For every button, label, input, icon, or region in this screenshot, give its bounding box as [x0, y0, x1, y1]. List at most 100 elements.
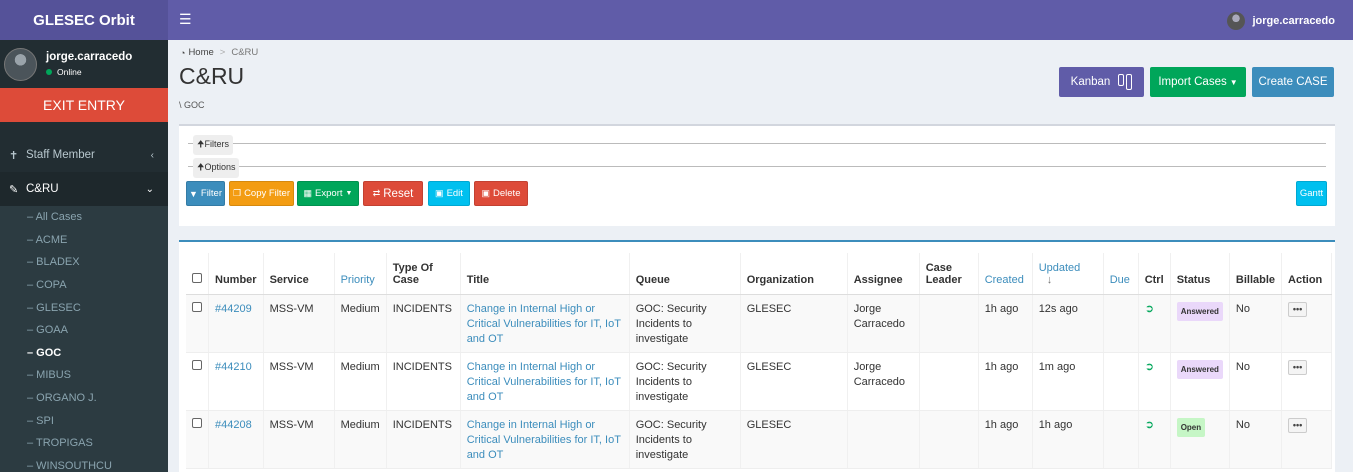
hamburger-icon[interactable]: ☰ — [179, 11, 192, 28]
col-created[interactable]: Created — [978, 253, 1033, 295]
sidebar-item-staff-member[interactable]: ✝ Staff Member ‹ — [0, 138, 168, 172]
app-logo[interactable]: GLESEC Orbit — [0, 0, 168, 40]
top-user-name: jorge.carracedo — [1252, 15, 1335, 27]
sidebar-item-label: Staff Member — [26, 149, 95, 161]
cell-assignee: Jorge Carracedo — [847, 352, 920, 411]
col-ctrl[interactable]: Ctrl — [1138, 253, 1171, 295]
funnel-icon: ▼ — [188, 188, 198, 199]
user-name: jorge.carracedo — [46, 51, 133, 63]
select-all-checkbox[interactable] — [192, 272, 202, 283]
cell-created: 1h ago — [978, 352, 1033, 411]
breadcrumb-current: C&RU — [231, 47, 259, 58]
cell-updated: 1m ago — [1032, 352, 1104, 411]
case-title-link[interactable]: Change in Internal High or Critical Vuln… — [467, 419, 621, 461]
col-billable[interactable]: Billable — [1229, 253, 1283, 295]
cell-updated: 1h ago — [1032, 410, 1104, 469]
status-badge: Answered — [1176, 301, 1223, 321]
ellipsis-icon[interactable]: ••• — [1288, 301, 1308, 317]
sidebar-subitem[interactable]: – ORGANO J. — [0, 387, 168, 410]
filter-button[interactable]: ▼ Filter — [186, 181, 225, 206]
pin-icon: ✝ — [9, 149, 19, 162]
filter-panel: 🠉Filters 🠉Options ▼ Filter ❐ Copy Filter ▦… — [179, 124, 1335, 226]
col-assignee[interactable]: Assignee — [847, 253, 920, 295]
reset-button[interactable]: ⇄ Reset — [363, 181, 423, 206]
col-type-of-case[interactable]: Type Of Case — [386, 253, 461, 295]
online-dot-icon — [46, 69, 52, 75]
table-row: #44210 MSS-VM Medium INCIDENTS Change in… — [186, 352, 1333, 411]
edit-icon: ✎ — [9, 183, 19, 196]
sidebar-subitem[interactable]: – All Cases — [0, 206, 168, 229]
cell-queue: GOC: Security Incidents to investigate — [629, 410, 741, 469]
caret-down-icon: ▼ — [1229, 77, 1238, 87]
col-status[interactable]: Status — [1170, 253, 1230, 295]
sidebar-subitem-current[interactable]: – GOC — [0, 342, 168, 365]
case-number-link[interactable]: #44208 — [215, 419, 252, 431]
status-badge: Open — [1176, 417, 1206, 437]
col-organization[interactable]: Organization — [740, 253, 848, 295]
ellipsis-icon[interactable]: ••• — [1288, 417, 1308, 433]
sidebar-subitem[interactable]: – TROPIGAS — [0, 432, 168, 455]
sidebar-item-cru[interactable]: ✎ C&RU ⌄ — [0, 172, 168, 206]
create-case-button[interactable]: Create CASE — [1252, 67, 1334, 97]
cell-type: INCIDENTS — [386, 352, 461, 411]
import-cases-button[interactable]: Import Cases ▼ — [1150, 67, 1246, 97]
filters-toggle[interactable]: 🠉Filters — [193, 135, 233, 155]
case-title-link[interactable]: Change in Internal High or Critical Vuln… — [467, 303, 621, 345]
col-title[interactable]: Title — [460, 253, 630, 295]
sign-in-icon[interactable]: ➲ — [1145, 303, 1154, 315]
exit-entry-button[interactable]: EXIT ENTRY — [0, 88, 168, 122]
sidebar-subitem[interactable]: – BLADEX — [0, 251, 168, 274]
sidebar: GLESEC Orbit jorge.carracedo Online EXIT… — [0, 0, 168, 472]
case-title-link[interactable]: Change in Internal High or Critical Vuln… — [467, 361, 621, 403]
col-action: Action — [1281, 253, 1333, 295]
row-checkbox[interactable] — [192, 417, 202, 428]
top-navbar: ☰ jorge.carracedo — [168, 0, 1353, 40]
case-number-link[interactable]: #44210 — [215, 361, 252, 373]
sidebar-subitem[interactable]: – GOAA — [0, 319, 168, 342]
gantt-button[interactable]: Gantt — [1296, 181, 1327, 206]
user-status-label: Online — [57, 67, 82, 77]
cell-priority: Medium — [334, 352, 387, 411]
col-case-leader[interactable]: Case Leader — [919, 253, 979, 295]
page-title: C&RU — [179, 63, 245, 89]
ellipsis-icon[interactable]: ••• — [1288, 359, 1308, 375]
row-checkbox[interactable] — [192, 301, 202, 312]
page-subtitle: \ GOC — [179, 100, 205, 110]
sidebar-subitem[interactable]: – ACME — [0, 229, 168, 252]
sidebar-subitem[interactable]: – COPA — [0, 274, 168, 297]
col-queue[interactable]: Queue — [629, 253, 741, 295]
cell-case-leader — [919, 410, 979, 469]
sidebar-subitem[interactable]: – MIBUS — [0, 364, 168, 387]
user-menu[interactable]: jorge.carracedo — [1227, 12, 1335, 30]
cell-case-leader — [919, 294, 979, 353]
col-number[interactable]: Number — [208, 253, 264, 295]
export-button[interactable]: ▦ Export ▼ — [297, 181, 359, 206]
sidebar-subitem[interactable]: – GLESEC — [0, 296, 168, 319]
cell-type: INCIDENTS — [386, 294, 461, 353]
edit-button[interactable]: ▣ Edit — [428, 181, 470, 206]
options-toggle[interactable]: 🠉Options — [193, 158, 240, 178]
chevron-down-icon: ⌄ — [145, 183, 154, 195]
col-due[interactable]: Due — [1103, 253, 1139, 295]
sidebar-submenu: – All Cases – ACME – BLADEX – COPA – GLE… — [0, 206, 168, 472]
sign-in-icon[interactable]: ➲ — [1145, 361, 1154, 373]
row-checkbox[interactable] — [192, 359, 202, 370]
cases-table: Number Service Priority Type Of Case Tit… — [186, 253, 1333, 469]
breadcrumb-home[interactable]: Home — [188, 47, 213, 58]
table-icon: ▦ — [303, 188, 313, 198]
sidebar-subitem[interactable]: – SPI — [0, 409, 168, 432]
col-service[interactable]: Service — [263, 253, 335, 295]
copy-icon: ❐ — [232, 188, 242, 198]
sidebar-item-label: C&RU — [26, 183, 59, 195]
case-number-link[interactable]: #44209 — [215, 303, 252, 315]
cell-due — [1103, 294, 1139, 353]
col-priority[interactable]: Priority — [334, 253, 387, 295]
kanban-button[interactable]: Kanban — [1059, 67, 1144, 97]
delete-button[interactable]: ▣ Delete — [474, 181, 528, 206]
save-icon: ▣ — [435, 188, 444, 198]
col-updated[interactable]: Updated ↓ — [1032, 253, 1104, 295]
cell-billable: No — [1229, 410, 1283, 469]
sidebar-subitem[interactable]: – WINSOUTHCU — [0, 455, 168, 472]
copy-filter-button[interactable]: ❐ Copy Filter — [229, 181, 294, 206]
sign-in-icon[interactable]: ➲ — [1145, 419, 1154, 431]
